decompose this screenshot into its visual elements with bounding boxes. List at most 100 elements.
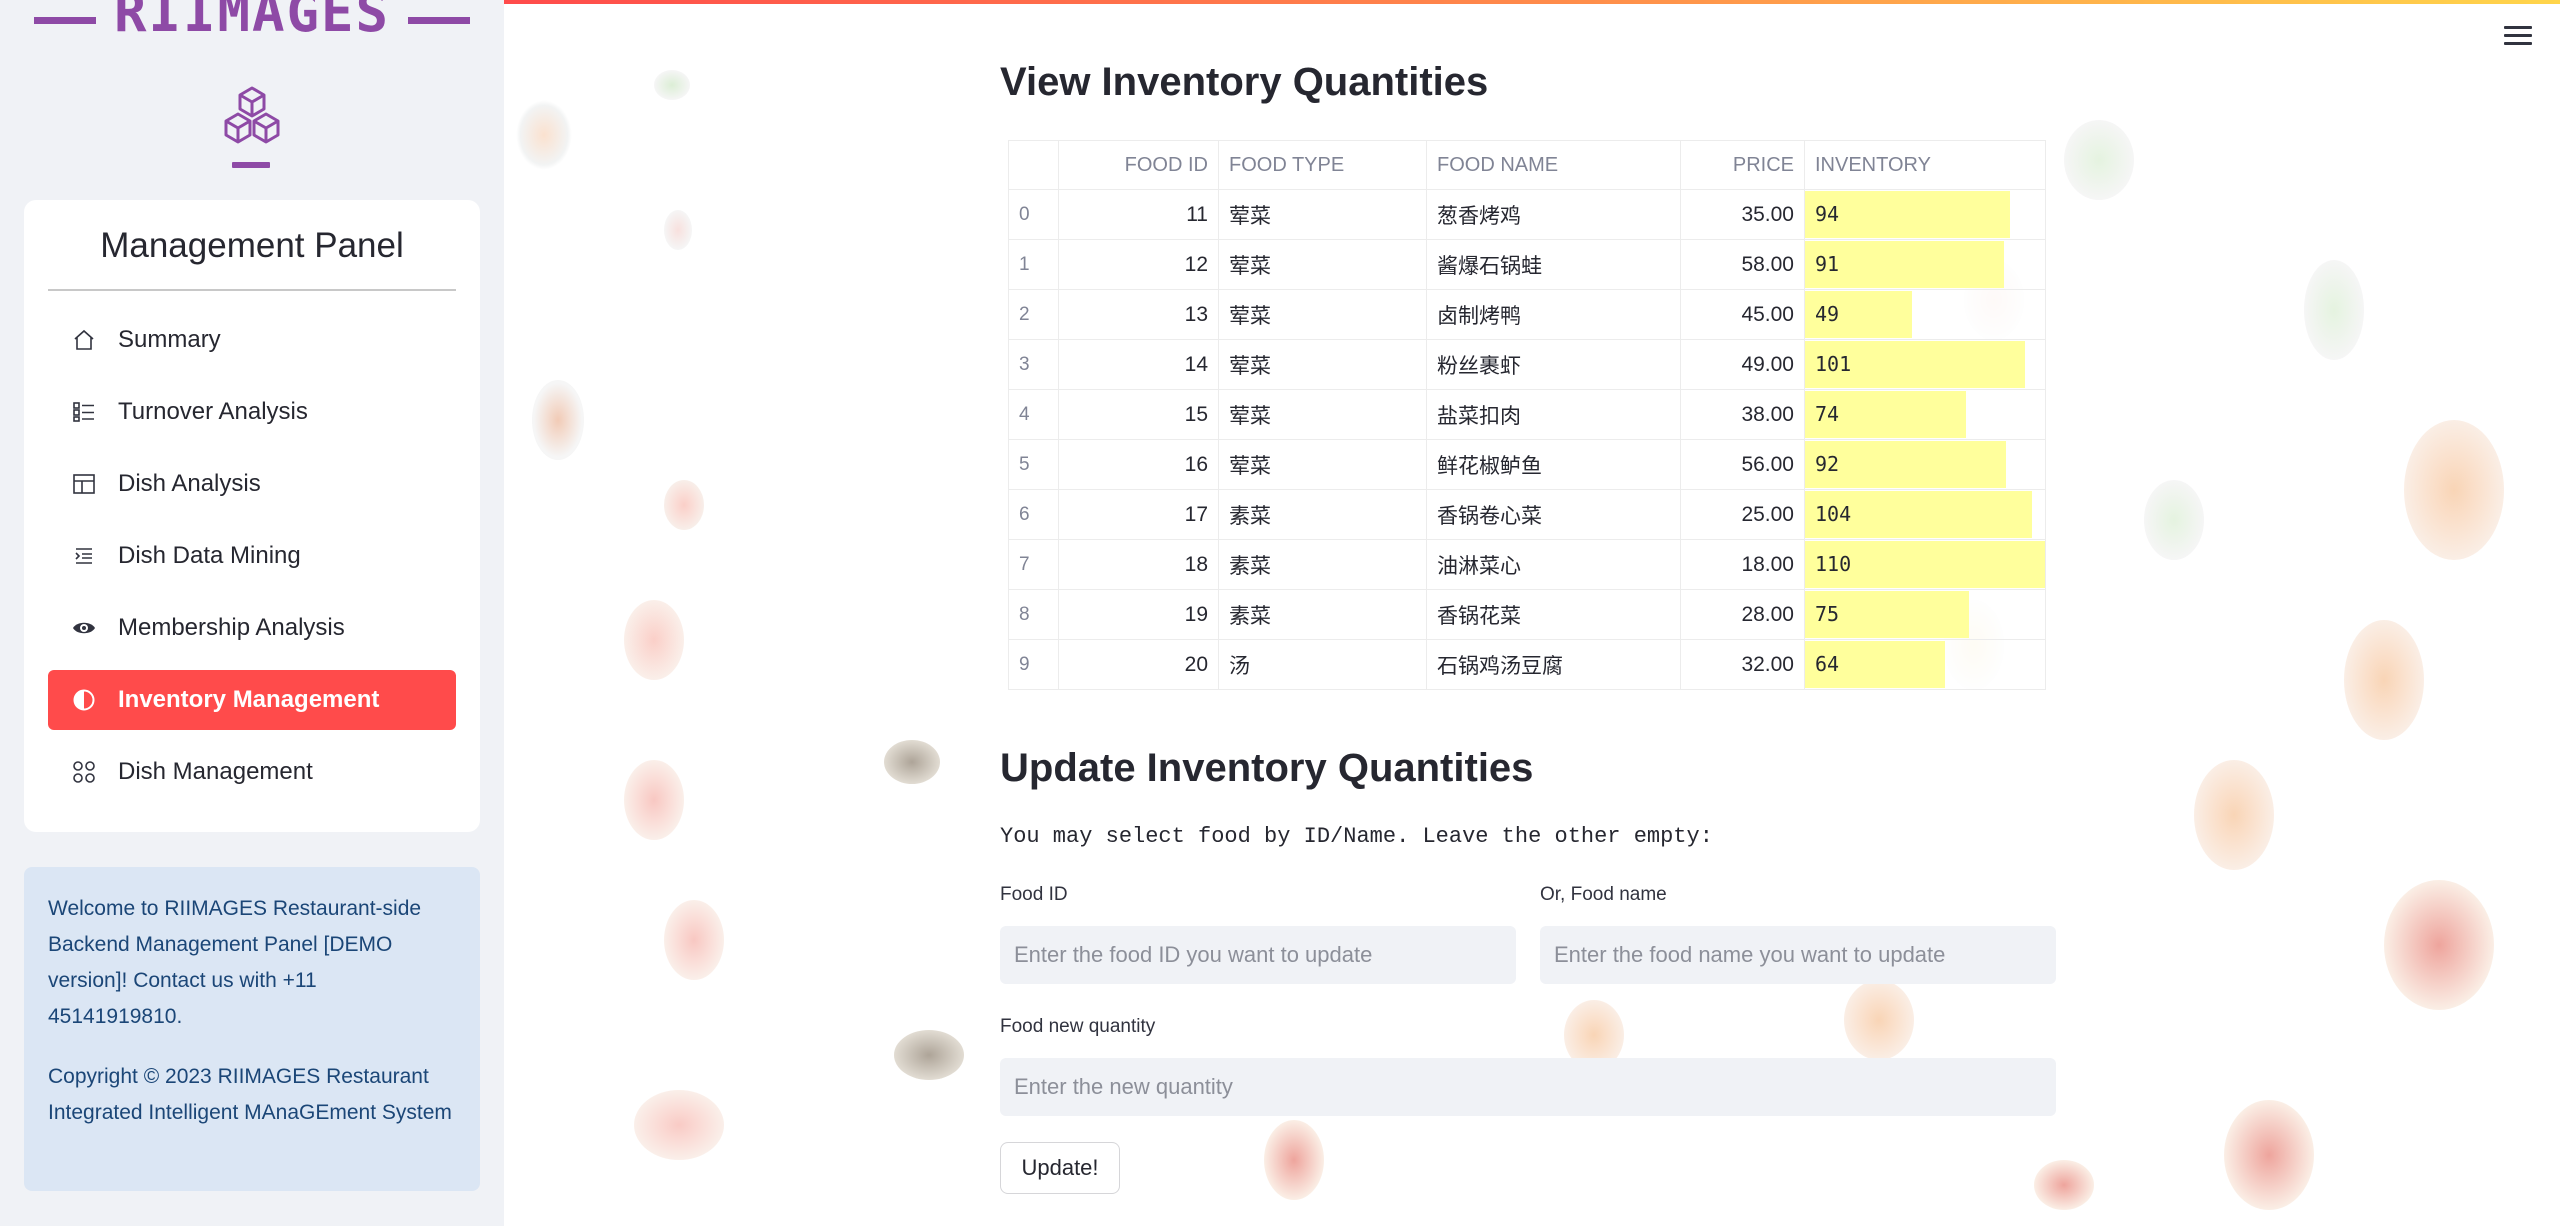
cell-price[interactable]: 28.00 [1680, 589, 1805, 640]
cell-inventory[interactable]: 64 [1804, 639, 2046, 690]
cell-food-id[interactable]: 12 [1058, 239, 1219, 290]
cell-food-name[interactable]: 油淋菜心 [1426, 539, 1681, 590]
table-row: 6 17 素菜 香锅卷心菜 25.00 104 [1008, 489, 2046, 540]
cell-price[interactable]: 25.00 [1680, 489, 1805, 540]
cell-food-name[interactable]: 葱香烤鸡 [1426, 189, 1681, 240]
row-index[interactable]: 8 [1008, 589, 1059, 640]
food-quantity-label: Food new quantity [1000, 1016, 1156, 1037]
row-index[interactable]: 9 [1008, 639, 1059, 690]
nav-item-summary[interactable]: Summary [48, 310, 456, 370]
row-index[interactable]: 7 [1008, 539, 1059, 590]
table-row: 0 11 荤菜 葱香烤鸡 35.00 94 [1008, 189, 2046, 240]
inventory-value: 75 [1815, 602, 1840, 626]
cell-inventory[interactable]: 110 [1804, 539, 2046, 590]
row-index[interactable]: 6 [1008, 489, 1059, 540]
inventory-bar-cell: 101 [1805, 340, 2045, 389]
cell-food-name[interactable]: 石锅鸡汤豆腐 [1426, 639, 1681, 690]
row-index[interactable]: 1 [1008, 239, 1059, 290]
cell-food-type[interactable]: 荤菜 [1218, 289, 1427, 340]
copyright-text: Copyright © 2023 RIIMAGES Restaurant Int… [48, 1065, 452, 1124]
food-quantity-input[interactable] [1000, 1058, 2056, 1116]
cell-price[interactable]: 38.00 [1680, 389, 1805, 440]
column-header-inventory[interactable]: INVENTORY [1804, 140, 2046, 190]
food-name-label: Or, Food name [1540, 884, 1667, 905]
row-index[interactable]: 0 [1008, 189, 1059, 240]
cell-food-id[interactable]: 16 [1058, 439, 1219, 490]
hamburger-menu-icon[interactable] [2504, 26, 2532, 50]
cell-food-id[interactable]: 14 [1058, 339, 1219, 390]
cell-price[interactable]: 45.00 [1680, 289, 1805, 340]
nav-label: Turnover Analysis [118, 398, 308, 425]
inventory-bar-cell: 64 [1805, 640, 2045, 689]
cell-price[interactable]: 56.00 [1680, 439, 1805, 490]
cell-price[interactable]: 49.00 [1680, 339, 1805, 390]
cell-food-type[interactable]: 荤菜 [1218, 239, 1427, 290]
food-name-input[interactable] [1540, 926, 2056, 984]
cell-inventory[interactable]: 104 [1804, 489, 2046, 540]
cell-inventory[interactable]: 49 [1804, 289, 2046, 340]
cell-food-name[interactable]: 粉丝裹虾 [1426, 339, 1681, 390]
cell-food-id[interactable]: 17 [1058, 489, 1219, 540]
nav-item-dish-management[interactable]: Dish Management [48, 742, 456, 802]
panel-title: Management Panel [100, 226, 404, 265]
cell-inventory[interactable]: 101 [1804, 339, 2046, 390]
brand-name: RIIMAGES [113, 0, 391, 44]
cell-food-id[interactable]: 13 [1058, 289, 1219, 340]
cell-food-type[interactable]: 素菜 [1218, 589, 1427, 640]
column-header-index[interactable] [1008, 140, 1059, 190]
nav-item-membership-analysis[interactable]: Membership Analysis [48, 598, 456, 658]
row-index[interactable]: 3 [1008, 339, 1059, 390]
nav-item-dish-analysis[interactable]: Dish Analysis [48, 454, 456, 514]
row-index[interactable]: 5 [1008, 439, 1059, 490]
row-index[interactable]: 4 [1008, 389, 1059, 440]
brand-dash-left [33, 16, 96, 24]
food-id-input[interactable] [1000, 926, 1516, 984]
cell-food-name[interactable]: 香锅卷心菜 [1426, 489, 1681, 540]
cell-price[interactable]: 35.00 [1680, 189, 1805, 240]
circle-half-icon [68, 684, 100, 716]
nav-item-turnover-analysis[interactable]: Turnover Analysis [48, 382, 456, 442]
cell-price[interactable]: 32.00 [1680, 639, 1805, 690]
inventory-value: 64 [1815, 652, 1840, 676]
cell-food-name[interactable]: 酱爆石锅蛙 [1426, 239, 1681, 290]
update-hint-text: You may select food by ID/Name. Leave th… [1000, 824, 1713, 849]
nav-item-dish-data-mining[interactable]: Dish Data Mining [48, 526, 456, 586]
update-button[interactable]: Update! [1000, 1142, 1120, 1194]
cell-food-type[interactable]: 素菜 [1218, 539, 1427, 590]
column-header-food-id[interactable]: FOOD ID [1058, 140, 1219, 190]
cell-inventory[interactable]: 91 [1804, 239, 2046, 290]
cell-food-id[interactable]: 11 [1058, 189, 1219, 240]
column-header-price[interactable]: PRICE [1680, 140, 1805, 190]
column-header-food-name[interactable]: FOOD NAME [1426, 140, 1681, 190]
cell-price[interactable]: 18.00 [1680, 539, 1805, 590]
cell-inventory[interactable]: 92 [1804, 439, 2046, 490]
cell-food-type[interactable]: 汤 [1218, 639, 1427, 690]
cell-food-name[interactable]: 香锅花菜 [1426, 589, 1681, 640]
cell-food-id[interactable]: 19 [1058, 589, 1219, 640]
nav-label: Inventory Management [118, 686, 380, 713]
cell-price[interactable]: 58.00 [1680, 239, 1805, 290]
column-header-food-type[interactable]: FOOD TYPE [1218, 140, 1427, 190]
cell-food-name[interactable]: 鲜花椒鲈鱼 [1426, 439, 1681, 490]
inventory-value: 74 [1815, 402, 1840, 426]
cell-food-id[interactable]: 20 [1058, 639, 1219, 690]
update-inventory-title: Update Inventory Quantities [1000, 746, 1534, 790]
cell-food-type[interactable]: 荤菜 [1218, 339, 1427, 390]
cell-inventory[interactable]: 75 [1804, 589, 2046, 640]
inventory-bar-cell: 49 [1805, 290, 2045, 339]
cell-food-type[interactable]: 荤菜 [1218, 389, 1427, 440]
nav-item-inventory-management[interactable]: Inventory Management [48, 670, 456, 730]
cell-inventory[interactable]: 94 [1804, 189, 2046, 240]
cell-food-id[interactable]: 18 [1058, 539, 1219, 590]
cell-food-type[interactable]: 荤菜 [1218, 439, 1427, 490]
nav-label: Summary [118, 326, 221, 353]
cell-food-name[interactable]: 盐菜扣肉 [1426, 389, 1681, 440]
row-index[interactable]: 2 [1008, 289, 1059, 340]
cell-inventory[interactable]: 74 [1804, 389, 2046, 440]
cell-food-type[interactable]: 素菜 [1218, 489, 1427, 540]
cell-food-type[interactable]: 荤菜 [1218, 189, 1427, 240]
info-box: Welcome to RIIMAGES Restaurant-side Back… [24, 867, 480, 1191]
cell-food-id[interactable]: 15 [1058, 389, 1219, 440]
cell-food-name[interactable]: 卤制烤鸭 [1426, 289, 1681, 340]
table-row: 9 20 汤石锅鸡汤豆腐 32.00 64 [1008, 639, 2046, 690]
